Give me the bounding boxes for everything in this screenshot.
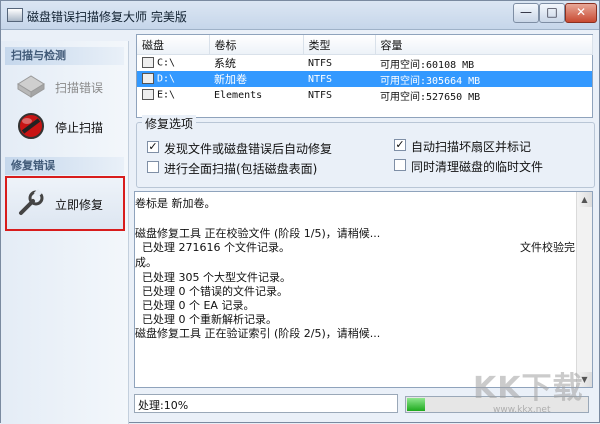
scan-section-header: 扫描与检测 xyxy=(5,47,124,65)
drive-row[interactable]: C:\ 系统 NTFS 可用空间:60108 MB xyxy=(137,55,592,72)
repair-options-title: 修复选项 xyxy=(142,115,197,132)
drive-row[interactable]: E:\ Elements NTFS 可用空间:527650 MB xyxy=(137,87,592,103)
drive-label: 系统 xyxy=(214,57,236,70)
scan-log[interactable]: 卷标是 新加卷。 磁盘修复工具 正在校验文件 (阶段 1/5)，请稍候... 已… xyxy=(134,191,593,388)
drive-icon xyxy=(142,57,154,69)
drive-label: Elements xyxy=(214,89,263,101)
drive-capacity: 可用空间:527650 MB xyxy=(380,91,481,103)
drive-list[interactable]: 磁盘 卷标 类型 容量 C:\ 系统 NTFS 可用空间:60108 MB D:… xyxy=(136,34,593,118)
drive-capacity: 可用空间:305664 MB xyxy=(375,71,592,87)
repair-now-label: 立即修复 xyxy=(55,198,104,212)
title-bar[interactable]: 磁盘错误扫描修复大师 完美版 — □ ✕ xyxy=(1,1,599,30)
progress-fill xyxy=(407,398,425,411)
clean-temp-checkbox[interactable] xyxy=(394,159,406,171)
watermark-logo: KK下载 xyxy=(473,371,584,406)
log-line: 已处理 271616 个文件记录。 xyxy=(135,241,290,254)
column-header-disk[interactable]: 磁盘 xyxy=(137,35,210,55)
status-box: 处理:10% xyxy=(134,394,398,413)
scan-errors-label: 扫描错误 xyxy=(55,81,104,95)
mark-bad-checkbox[interactable]: ✓ xyxy=(394,139,406,151)
status-text: 处理:10% xyxy=(138,399,189,412)
clean-temp-label: 同时清理磁盘的临时文件 xyxy=(411,160,544,174)
log-line-wrapped: 文件校验完 xyxy=(520,241,575,254)
drive-icon xyxy=(142,89,154,101)
drive-table: 磁盘 卷标 类型 容量 C:\ 系统 NTFS 可用空间:60108 MB D:… xyxy=(137,35,593,103)
full-scan-checkbox[interactable] xyxy=(147,161,159,173)
drive-type: NTFS xyxy=(303,71,375,87)
app-window: 磁盘错误扫描修复大师 完美版 — □ ✕ 扫描与检测 扫描错误 停止扫描 修复错… xyxy=(0,0,600,424)
sidebar: 扫描与检测 扫描错误 停止扫描 修复错误 xyxy=(1,41,129,424)
drive-label: 新加卷 xyxy=(209,71,303,87)
log-line: 成。 xyxy=(135,256,157,269)
drive-capacity: 可用空间:60108 MB xyxy=(380,59,475,71)
close-button[interactable]: ✕ xyxy=(565,3,597,23)
disk-scan-icon xyxy=(15,71,47,101)
log-line: 磁盘修复工具 正在验证索引 (阶段 2/5)，请稍候... xyxy=(135,327,381,340)
column-header-label[interactable]: 卷标 xyxy=(209,35,304,55)
column-header-type[interactable]: 类型 xyxy=(303,35,376,55)
wrench-icon xyxy=(15,188,47,218)
stop-icon xyxy=(15,111,47,141)
minimize-button[interactable]: — xyxy=(513,3,539,23)
drive-disk: D:\ xyxy=(157,73,176,85)
watermark-url: www.kkx.net xyxy=(493,405,551,415)
repair-options-group: 修复选项 ✓ 发现文件或磁盘错误后自动修复 进行全面扫描(包括磁盘表面) ✓ 自… xyxy=(136,115,595,188)
log-line: 卷标是 新加卷。 xyxy=(135,197,216,210)
drive-type: NTFS xyxy=(308,57,333,69)
window-title: 磁盘错误扫描修复大师 完美版 xyxy=(27,10,187,24)
repair-section-header: 修复错误 xyxy=(5,157,124,175)
stop-scan-button[interactable]: 停止扫描 xyxy=(13,109,119,145)
log-scrollbar[interactable]: ▲ ▼ xyxy=(576,192,592,387)
scroll-up-arrow-icon[interactable]: ▲ xyxy=(577,192,592,207)
mark-bad-label: 自动扫描坏扇区并标记 xyxy=(411,140,532,154)
scan-errors-button[interactable]: 扫描错误 xyxy=(13,69,119,105)
drive-table-header: 磁盘 卷标 类型 容量 xyxy=(137,35,593,55)
drive-disk: C:\ xyxy=(157,57,176,69)
drive-icon xyxy=(142,73,154,85)
watermark: KK下载 www.kkx.net xyxy=(473,363,593,423)
app-icon xyxy=(7,8,23,22)
stop-scan-label: 停止扫描 xyxy=(55,121,104,135)
drive-disk: E:\ xyxy=(157,89,176,101)
maximize-button[interactable]: □ xyxy=(539,3,565,23)
drive-row-selected[interactable]: D:\ 新加卷 NTFS 可用空间:305664 MB xyxy=(137,71,592,87)
repair-now-button[interactable]: 立即修复 xyxy=(5,176,125,231)
repair-now-content: 立即修复 xyxy=(13,186,119,222)
drive-type: NTFS xyxy=(308,89,333,101)
full-scan-label: 进行全面扫描(包括磁盘表面) xyxy=(164,162,318,176)
auto-fix-label: 发现文件或磁盘错误后自动修复 xyxy=(164,142,333,156)
auto-fix-checkbox[interactable]: ✓ xyxy=(147,141,159,153)
column-header-capacity[interactable]: 容量 xyxy=(375,35,593,55)
